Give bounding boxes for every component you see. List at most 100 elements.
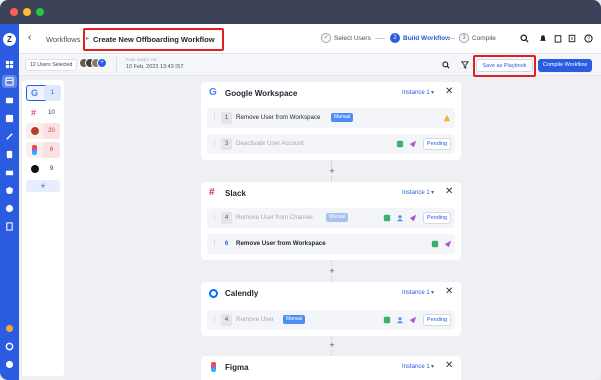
app-item-google[interactable]: G 1 (26, 85, 61, 101)
tools-icon[interactable] (5, 132, 14, 141)
users-selected-label: 12 Users Selected (30, 62, 73, 68)
dashboard-icon[interactable] (5, 60, 14, 69)
drag-handle-icon[interactable]: ⋮ (211, 114, 218, 121)
app-count: 1 (44, 85, 61, 101)
contracts-icon[interactable] (5, 114, 14, 123)
github-icon (31, 165, 39, 173)
search-icon[interactable] (520, 34, 529, 43)
step-number: 4 (221, 314, 232, 326)
breadcrumb-workflows[interactable]: Workflows (46, 35, 80, 44)
step-label: Remove User (236, 316, 274, 323)
step-divider (375, 38, 385, 39)
clipboard-icon[interactable] (554, 34, 562, 43)
add-step-icon[interactable]: + (327, 266, 337, 276)
instance-dropdown[interactable]: Instance 1 (402, 190, 430, 196)
users-selected-chip[interactable]: 12 Users Selected (25, 59, 78, 71)
add-step-icon[interactable]: + (327, 340, 337, 350)
figma-icon (32, 145, 37, 155)
reports-icon[interactable] (5, 222, 14, 231)
warning-icon[interactable] (443, 114, 451, 122)
drag-handle-icon[interactable]: ⋮ (211, 214, 218, 221)
document-download-icon[interactable] (568, 34, 576, 43)
applications-icon[interactable] (5, 77, 14, 86)
workflow-step[interactable]: ⋮ 1 Remove User from Workspace Manual (207, 108, 455, 128)
step-number: 1 (221, 112, 232, 124)
app-card-slack: # Slack Instance 1 ▾ ✕ ⋮ 4 Remove User f… (201, 182, 461, 260)
step-compile[interactable]: Compile (472, 35, 496, 42)
step-build-workflow[interactable]: Build Workflow (403, 35, 450, 42)
users-icon[interactable] (5, 96, 14, 105)
back-arrow-icon[interactable]: ‹ (28, 33, 31, 43)
workflow-step[interactable]: ⋮ 6 Remove User from Workspace (207, 234, 455, 254)
settings-icon[interactable] (5, 342, 14, 351)
title-highlight-box (83, 28, 224, 51)
sidebar: Z (0, 24, 19, 380)
instance-dropdown[interactable]: Instance 1 (402, 90, 430, 96)
slack-icon: # (31, 108, 37, 118)
action-icon[interactable] (383, 316, 391, 324)
step-select-users[interactable]: Select Users (334, 35, 371, 42)
send-icon[interactable] (444, 240, 452, 248)
close-icon[interactable]: ✕ (445, 87, 453, 97)
send-icon[interactable] (409, 140, 417, 148)
chevron-down-icon[interactable]: ▾ (431, 289, 434, 296)
app-item-github[interactable]: 9 (26, 161, 60, 177)
workflow-step[interactable]: ⋮ 4 Remove User from Channel Manual Pend… (207, 208, 455, 228)
zluri-logo[interactable]: Z (3, 33, 16, 46)
drag-handle-icon[interactable]: ⋮ (211, 316, 218, 323)
manual-badge: Manual (283, 315, 306, 324)
send-icon[interactable] (409, 316, 417, 324)
close-icon[interactable]: ✕ (445, 187, 453, 197)
action-icon[interactable] (431, 240, 439, 248)
add-app-button[interactable]: + (26, 180, 60, 192)
instance-dropdown[interactable]: Instance 1 (402, 290, 430, 296)
action-icon[interactable] (383, 214, 391, 222)
close-window-dot[interactable] (10, 8, 18, 16)
user-icon[interactable] (396, 214, 404, 222)
more-avatars-badge[interactable]: + (97, 58, 107, 68)
spend-icon[interactable] (5, 168, 14, 177)
close-icon[interactable]: ✕ (445, 287, 453, 297)
notification-bell-icon[interactable] (539, 34, 547, 43)
step-number: 6 (224, 241, 229, 247)
chevron-down-icon[interactable]: ▾ (431, 363, 434, 370)
step-label: Deactivate User Account (236, 140, 304, 147)
figma-icon (211, 362, 216, 372)
action-icon[interactable] (396, 140, 404, 148)
pending-button[interactable]: Pending (423, 314, 451, 326)
drag-handle-icon[interactable]: ⋮ (211, 140, 218, 147)
add-step-icon[interactable]: + (327, 166, 337, 176)
user-icon[interactable] (396, 316, 404, 324)
workflows-icon[interactable] (5, 204, 14, 213)
security-icon[interactable] (5, 186, 14, 195)
app-item-slack[interactable]: # 10 (26, 105, 60, 121)
step-number-badge: 3 (459, 33, 469, 43)
workflow-step[interactable]: ⋮ 4 Remove User Manual Pending (207, 310, 455, 330)
app-card-google-workspace: G Google Workspace Instance 1 ▾ ✕ ⋮ 1 Re… (201, 82, 461, 160)
slack-icon: # (209, 187, 215, 198)
app-item-figma[interactable]: 6 (26, 142, 60, 158)
close-icon[interactable]: ✕ (445, 361, 453, 371)
google-icon: G (31, 88, 39, 98)
filter-icon[interactable] (461, 61, 469, 69)
drag-handle-icon[interactable]: ⋮ (211, 240, 218, 247)
licenses-icon[interactable] (5, 150, 14, 159)
card-header: Figma Instance 1 ▾ ✕ (201, 356, 461, 380)
user-avatar-icon[interactable] (5, 324, 14, 333)
pending-button[interactable]: Pending (423, 138, 451, 150)
instance-dropdown[interactable]: Instance 1 (402, 364, 430, 370)
step-number: 4 (221, 212, 232, 224)
search-icon[interactable] (442, 61, 450, 69)
minimize-window-dot[interactable] (23, 8, 31, 16)
chevron-down-icon[interactable]: ▾ (431, 89, 434, 96)
help-circle-icon[interactable]: ? (584, 34, 593, 43)
chevron-down-icon[interactable]: ▾ (431, 189, 434, 196)
compile-workflow-button[interactable]: Compile Workflow (538, 59, 592, 72)
pending-button[interactable]: Pending (423, 212, 451, 224)
playbook-highlight-box (473, 55, 536, 77)
workflow-step[interactable]: ⋮ 3 Deactivate User Account Pending (207, 134, 455, 154)
send-icon[interactable] (409, 214, 417, 222)
app-item-calendly[interactable]: 20 (26, 123, 60, 139)
help-icon[interactable] (5, 360, 14, 369)
maximize-window-dot[interactable] (36, 8, 44, 16)
